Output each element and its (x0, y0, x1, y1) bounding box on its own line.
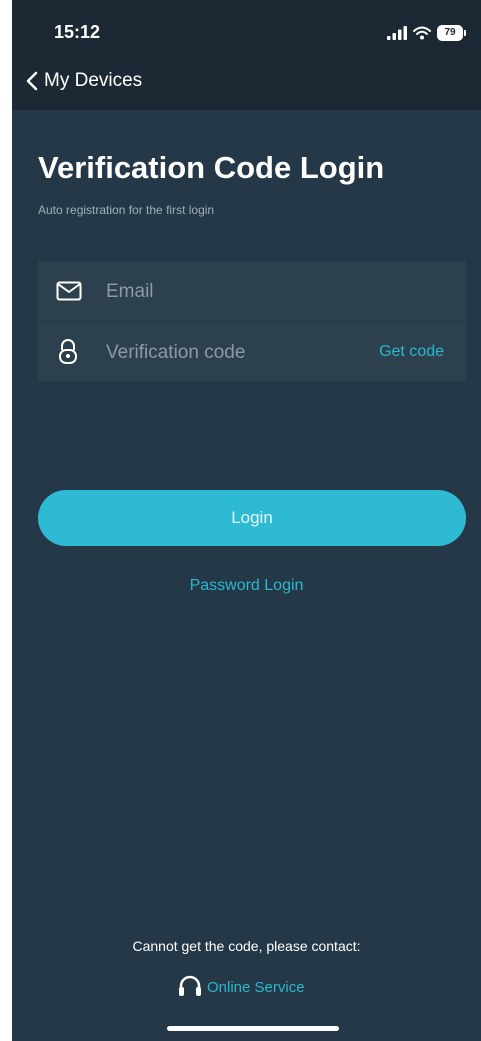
app-screen: 15:12 79 My Devices Verification Code Lo… (12, 0, 481, 1041)
email-input[interactable] (104, 274, 368, 310)
online-service-link[interactable]: Online Service (177, 975, 305, 999)
lock-icon (59, 339, 77, 364)
envelope-icon (56, 281, 82, 301)
home-indicator[interactable] (167, 1026, 339, 1031)
email-row (38, 261, 466, 322)
headset-icon (179, 975, 201, 996)
login-form: Get code (38, 261, 466, 381)
back-label: My Devices (44, 70, 143, 91)
verification-code-input[interactable] (104, 335, 368, 371)
status-icons: 79 (387, 24, 466, 42)
get-code-button[interactable]: Get code (379, 343, 444, 361)
signal-icon (387, 26, 407, 40)
top-bar: 15:12 79 My Devices (12, 0, 481, 110)
chevron-left-icon (26, 71, 38, 91)
back-button[interactable]: My Devices (26, 70, 142, 92)
page-title: Verification Code Login (38, 150, 385, 185)
login-button[interactable]: Login (38, 490, 466, 546)
password-login-link[interactable]: Password Login (12, 577, 481, 595)
page-subtitle: Auto registration for the first login (38, 203, 215, 217)
wifi-icon (413, 26, 431, 40)
contact-text: Cannot get the code, please contact: (132, 938, 361, 954)
code-row: Get code (38, 322, 466, 382)
status-time: 15:12 (54, 22, 101, 42)
battery-icon: 79 (437, 25, 466, 41)
online-service-label: Online Service (207, 978, 305, 996)
